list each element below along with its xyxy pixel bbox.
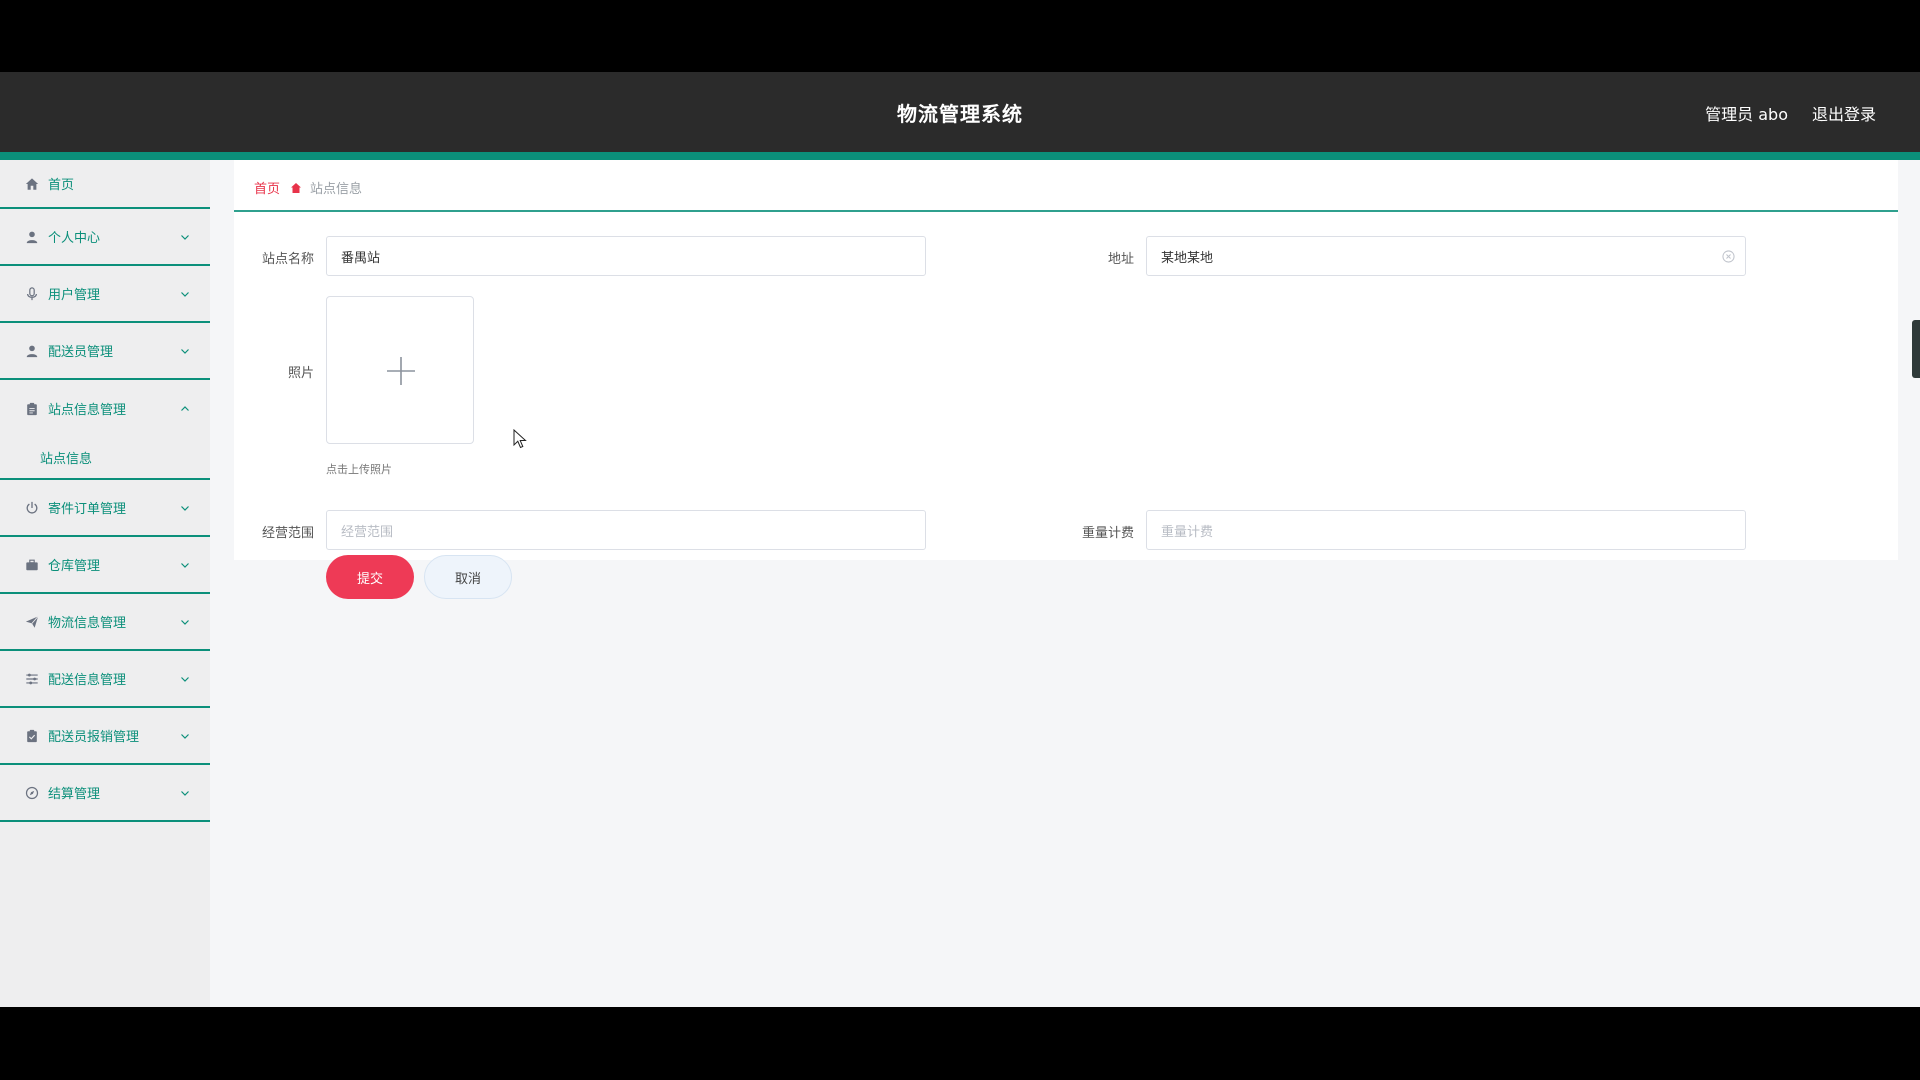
logout-link[interactable]: 退出登录 bbox=[1812, 101, 1876, 125]
weight-fee-input[interactable]: 重量计费 bbox=[1146, 510, 1746, 550]
breadcrumb-divider bbox=[234, 210, 1898, 212]
app-window: 物流管理系统 管理员 abo 退出登录 首页 个人中心 用户管理 配送员管理 站… bbox=[0, 72, 1920, 1007]
sidebar-item-label: 个人中心 bbox=[48, 231, 101, 246]
mouse-cursor-icon bbox=[513, 429, 527, 449]
chevron-down-icon bbox=[181, 291, 189, 297]
user-icon bbox=[24, 229, 40, 245]
home-icon bbox=[24, 176, 40, 192]
side-panel-handle[interactable] bbox=[1912, 320, 1920, 378]
submit-button[interactable]: 提交 bbox=[326, 555, 414, 599]
top-header: 物流管理系统 管理员 abo 退出登录 bbox=[0, 72, 1920, 152]
clipboard-icon bbox=[24, 401, 40, 417]
sidebar-item-home[interactable]: 首页 bbox=[0, 160, 210, 209]
sidebar-item-label: 仓库管理 bbox=[48, 559, 101, 574]
briefcase-icon bbox=[24, 557, 40, 573]
business-scope-label: 经营范围 bbox=[261, 526, 314, 541]
compass-icon bbox=[24, 785, 40, 801]
sidebar-item-order-management[interactable]: 寄件订单管理 bbox=[0, 480, 210, 537]
sidebar-item-label: 物流信息管理 bbox=[48, 616, 127, 631]
address-label: 地址 bbox=[1107, 252, 1134, 267]
current-user-label: 管理员 abo bbox=[1705, 105, 1788, 124]
station-form-panel: 首页 站点信息 站点名称 番禺站 地址 某地某地 照片 点击上传照片 经营范围 … bbox=[234, 160, 1898, 560]
sidebar-item-delivery-info-management[interactable]: 配送信息管理 bbox=[0, 651, 210, 708]
sidebar-item-label: 配送信息管理 bbox=[48, 673, 127, 688]
home-separator-icon bbox=[291, 182, 302, 193]
cancel-button[interactable]: 取消 bbox=[424, 555, 512, 599]
sidebar-item-courier-management[interactable]: 配送员管理 bbox=[0, 323, 210, 380]
sidebar-item-label: 寄件订单管理 bbox=[48, 502, 127, 517]
station-name-input[interactable]: 番禺站 bbox=[326, 236, 926, 276]
breadcrumb-current: 站点信息 bbox=[310, 182, 363, 197]
sidebar-item-logistics-info-management[interactable]: 物流信息管理 bbox=[0, 594, 210, 651]
person-icon bbox=[24, 343, 40, 359]
sidebar-item-user-management[interactable]: 用户管理 bbox=[0, 266, 210, 323]
chevron-down-icon bbox=[181, 505, 189, 511]
sidebar-item-personal-center[interactable]: 个人中心 bbox=[0, 209, 210, 266]
screen: 物流管理系统 管理员 abo 退出登录 首页 个人中心 用户管理 配送员管理 站… bbox=[0, 0, 1920, 1080]
breadcrumb: 首页 站点信息 bbox=[254, 178, 362, 197]
sidebar-item-warehouse-management[interactable]: 仓库管理 bbox=[0, 537, 210, 594]
chevron-down-icon bbox=[181, 676, 189, 682]
chevron-down-icon bbox=[181, 562, 189, 568]
send-icon bbox=[24, 614, 40, 630]
sidebar-item-label: 配送员报销管理 bbox=[48, 730, 140, 745]
app-title: 物流管理系统 bbox=[897, 102, 1023, 126]
breadcrumb-home-link[interactable]: 首页 bbox=[254, 178, 280, 197]
sidebar-item-courier-reimbursement-management[interactable]: 配送员报销管理 bbox=[0, 708, 210, 765]
sidebar-item-label: 首页 bbox=[48, 178, 75, 193]
sidebar-subitem-station-info[interactable]: 站点信息 bbox=[0, 437, 210, 480]
header-accent-bar bbox=[0, 152, 1920, 160]
sidebar-item-label: 站点信息管理 bbox=[48, 403, 127, 418]
clipboard-check-icon bbox=[24, 728, 40, 744]
microphone-icon bbox=[24, 286, 40, 302]
photo-upload-hint: 点击上传照片 bbox=[326, 463, 392, 476]
chevron-down-icon bbox=[181, 790, 189, 796]
power-icon bbox=[24, 500, 40, 516]
chevron-down-icon bbox=[181, 733, 189, 739]
chevron-up-icon bbox=[181, 405, 189, 411]
photo-label: 照片 bbox=[287, 366, 314, 381]
sidebar-item-label: 用户管理 bbox=[48, 288, 101, 303]
sidebar-item-label: 配送员管理 bbox=[48, 345, 114, 360]
photo-upload-box[interactable] bbox=[326, 296, 474, 444]
address-input[interactable]: 某地某地 bbox=[1146, 236, 1746, 276]
sliders-icon bbox=[24, 671, 40, 687]
business-scope-input[interactable]: 经营范围 bbox=[326, 510, 926, 550]
sidebar-item-settlement-management[interactable]: 结算管理 bbox=[0, 765, 210, 822]
address-value: 某地某地 bbox=[1161, 250, 1214, 266]
weight-fee-label: 重量计费 bbox=[1081, 526, 1134, 541]
chevron-down-icon bbox=[181, 619, 189, 625]
chevron-down-icon bbox=[181, 348, 189, 354]
sidebar: 首页 个人中心 用户管理 配送员管理 站点信息管理 站点信息 寄件订单管理 仓库… bbox=[0, 160, 210, 1007]
sidebar-item-station-info-management[interactable]: 站点信息管理 bbox=[0, 380, 210, 437]
chevron-down-icon bbox=[181, 234, 189, 240]
station-name-label: 站点名称 bbox=[261, 252, 314, 267]
sidebar-item-label: 结算管理 bbox=[48, 787, 101, 802]
plus-icon bbox=[387, 357, 415, 385]
clear-icon[interactable] bbox=[1722, 250, 1735, 263]
